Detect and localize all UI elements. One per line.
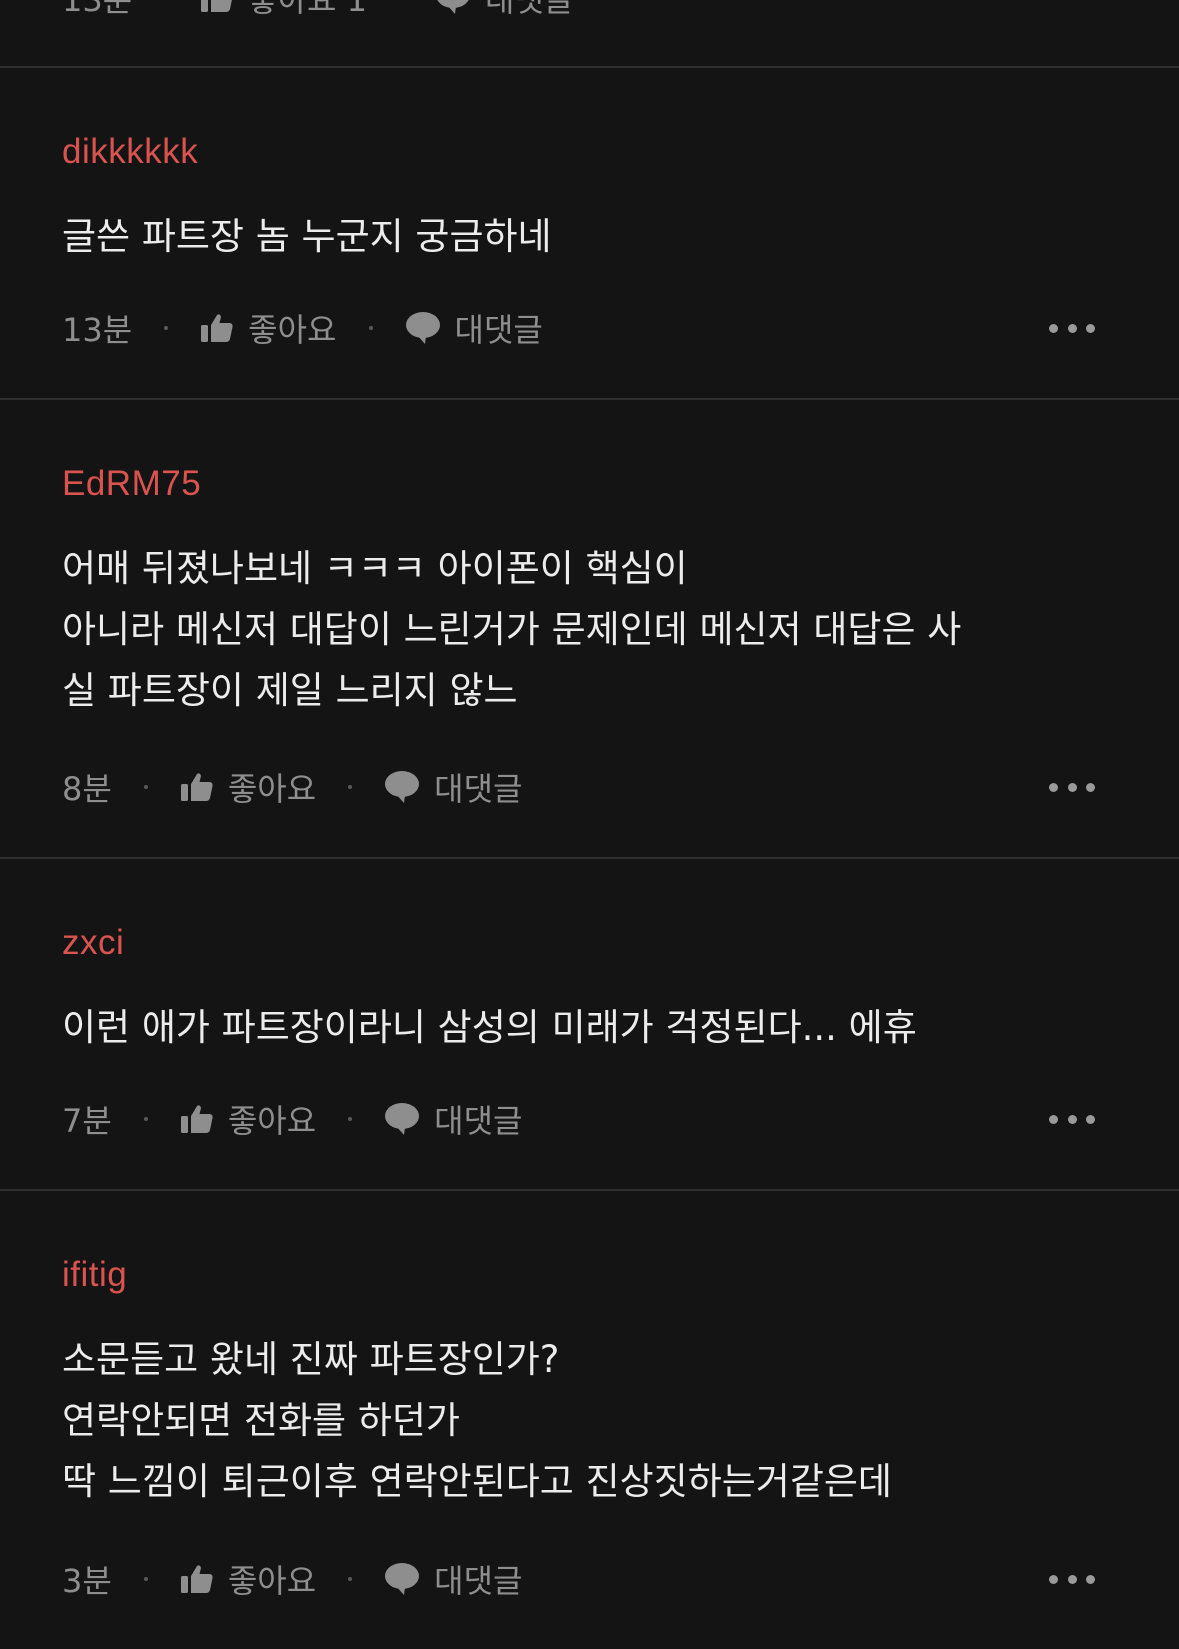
comment-time: 8분	[62, 770, 112, 808]
reply-button[interactable]: 대댓글	[384, 764, 522, 810]
comment-meta: 7분 좋아요 대댓글	[62, 1096, 522, 1142]
more-dot	[1049, 323, 1058, 333]
like-button[interactable]: 좋아요	[180, 1096, 316, 1142]
separator-dot	[348, 1577, 353, 1581]
more-options-button[interactable]	[1049, 305, 1095, 351]
reply-button[interactable]: 대댓글	[405, 305, 543, 351]
comment-item: ifitig 소문듣고 왔네 진짜 파트장인가? 연락안되면 전화를 하던가 딱…	[0, 1189, 1179, 1649]
comment-meta: 13분 좋아요 1 대댓글	[62, 0, 573, 21]
comment-time: 3분	[62, 1562, 112, 1600]
separator-dot	[348, 1117, 353, 1121]
like-button[interactable]: 좋아요 1	[200, 0, 367, 21]
comment-time: 7분	[62, 1102, 112, 1140]
more-options-button[interactable]	[1049, 1096, 1095, 1142]
thumbs-up-icon	[180, 773, 213, 801]
comment-meta: 8분 좋아요 대댓글	[62, 764, 522, 810]
more-dot	[1067, 1114, 1077, 1124]
speech-bubble-icon	[405, 312, 440, 344]
like-label: 좋아요	[227, 1102, 317, 1140]
reply-button[interactable]: 대댓글	[384, 1096, 522, 1142]
comment-meta: 13분 좋아요 대댓글	[62, 305, 543, 351]
comment-meta: 3분 좋아요 대댓글	[62, 1556, 522, 1602]
reply-label: 대댓글	[485, 0, 574, 19]
separator-dot	[143, 785, 148, 789]
reply-label: 대댓글	[434, 1562, 523, 1600]
more-dot	[1067, 1574, 1077, 1584]
thumbs-up-icon	[180, 1105, 213, 1133]
more-dot	[1049, 1114, 1058, 1124]
more-dot	[1086, 782, 1095, 792]
speech-bubble-icon	[385, 1103, 420, 1135]
speech-bubble-icon	[385, 771, 420, 803]
reply-button[interactable]: 대댓글	[435, 0, 573, 21]
speech-bubble-icon	[437, 0, 469, 14]
comment-username[interactable]: dikkkkkk	[62, 132, 198, 172]
like-button[interactable]: 좋아요	[200, 305, 337, 351]
comment-text: 글쓴 파트장 놈 누군지 궁금하네	[62, 215, 552, 258]
like-label: 좋아요	[227, 770, 317, 808]
more-dot	[1049, 782, 1058, 792]
more-dot	[1086, 1114, 1095, 1124]
reply-button[interactable]: 대댓글	[384, 1556, 522, 1602]
separator-dot	[143, 1577, 148, 1581]
more-dot	[1086, 1574, 1095, 1584]
more-dot	[1067, 323, 1077, 333]
separator-dot	[143, 1117, 148, 1121]
separator-dot	[348, 785, 353, 789]
like-label: 좋아요 1	[248, 0, 368, 19]
comment-username[interactable]: zxci	[62, 923, 124, 963]
comment-item: 13분 좋아요 1 대댓글	[0, 0, 1179, 66]
comment-time: 13분	[62, 311, 133, 349]
thumbs-up-icon	[201, 314, 233, 342]
thumbs-up-icon	[201, 0, 233, 12]
like-label: 좋아요	[248, 311, 337, 349]
comment-text: 소문듣고 왔네 진짜 파트장인가? 연락안되면 전화를 하던가 딱 느낌이 퇴근…	[62, 1338, 892, 1503]
like-button[interactable]: 좋아요	[180, 764, 316, 810]
reply-label: 대댓글	[454, 311, 543, 349]
more-dot	[1049, 1574, 1058, 1584]
more-options-button[interactable]	[1049, 764, 1095, 810]
comment-item: EdRM75 어매 뒤졌나보네 ㅋㅋㅋ 아이폰이 핵심이 아니라 메신저 대답이…	[0, 398, 1179, 857]
reply-label: 대댓글	[434, 770, 523, 808]
speech-bubble-icon	[385, 1563, 420, 1595]
comment-time: 13분	[62, 0, 133, 19]
like-button[interactable]: 좋아요	[180, 1556, 316, 1602]
more-dot	[1086, 323, 1095, 333]
more-options-button[interactable]	[1049, 1556, 1095, 1602]
reply-label: 대댓글	[434, 1102, 523, 1140]
comment-text: 이런 애가 파트장이라니 삼성의 미래가 걱정된다... 에휴	[62, 1006, 917, 1049]
thumbs-up-icon	[180, 1565, 213, 1593]
comment-item: zxci 이런 애가 파트장이라니 삼성의 미래가 걱정된다... 에휴 7분 …	[0, 857, 1179, 1189]
separator-dot	[368, 326, 373, 330]
more-dot	[1067, 782, 1077, 792]
comment-username[interactable]: ifitig	[62, 1255, 127, 1295]
comment-item: dikkkkkk 글쓴 파트장 놈 누군지 궁금하네 13분 좋아요 대댓글	[0, 66, 1179, 398]
comment-text: 어매 뒤졌나보네 ㅋㅋㅋ 아이폰이 핵심이 아니라 메신저 대답이 느린거가 문…	[62, 547, 962, 712]
separator-dot	[164, 326, 169, 330]
comment-username[interactable]: EdRM75	[62, 464, 201, 504]
like-label: 좋아요	[227, 1562, 317, 1600]
